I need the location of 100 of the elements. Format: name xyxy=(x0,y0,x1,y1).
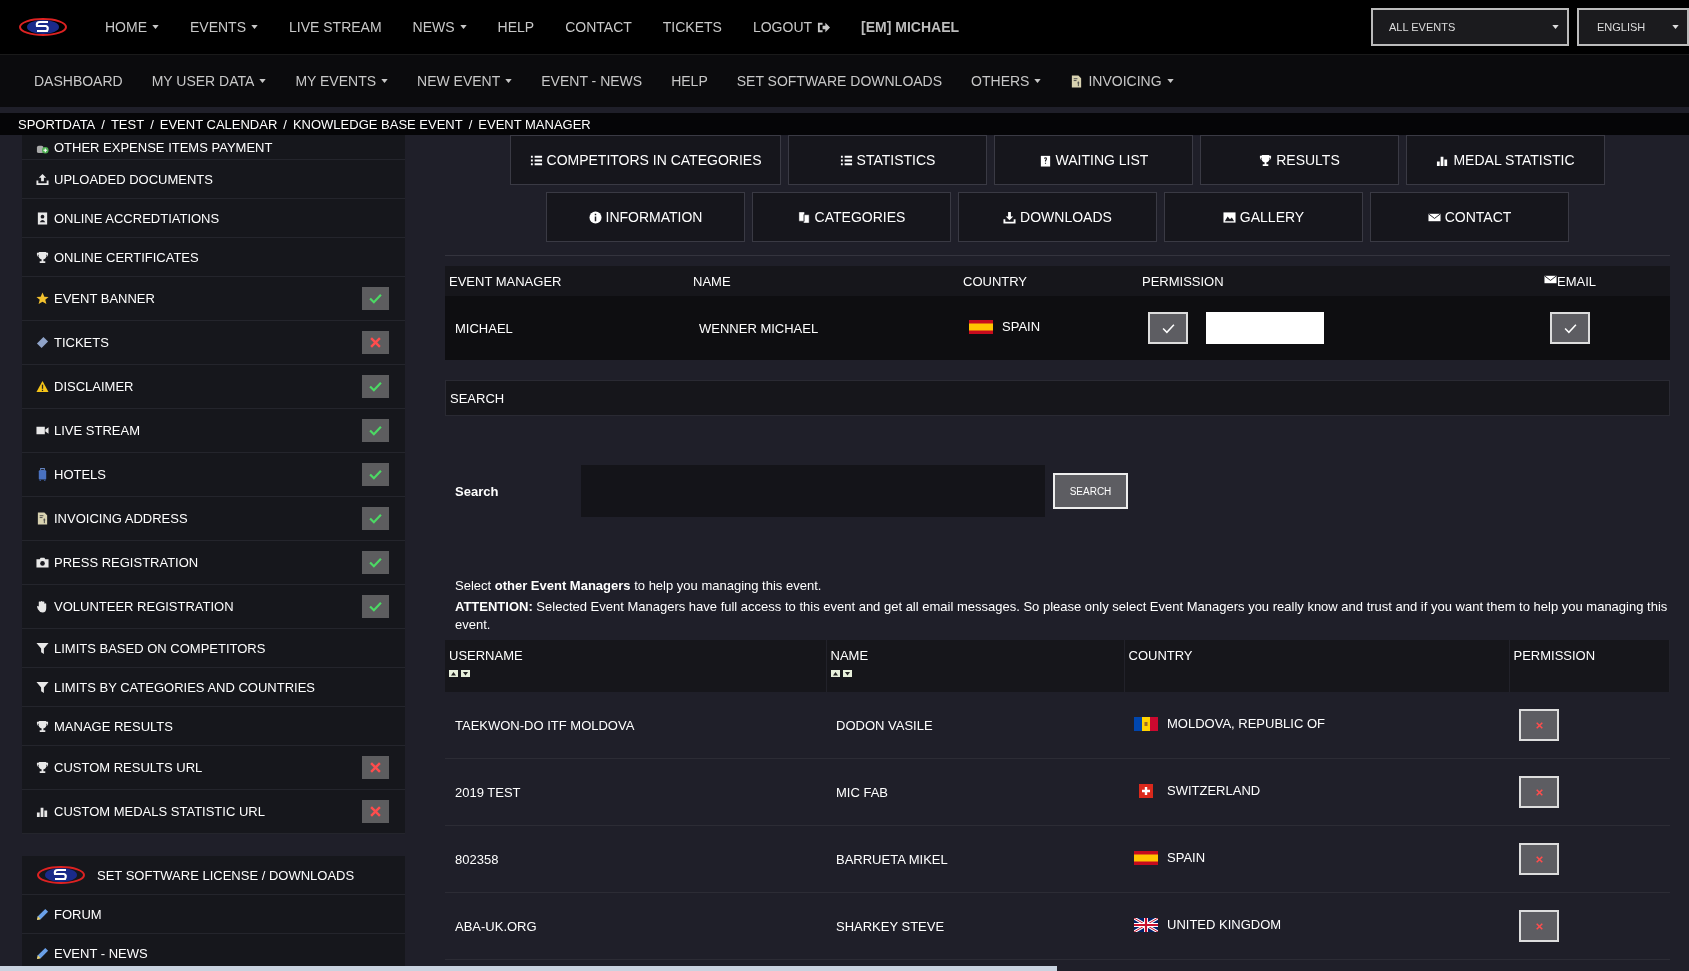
sidebar-item[interactable]: LIMITS BASED ON COMPETITORS xyxy=(22,629,405,668)
event-select[interactable]: ALL EVENTS xyxy=(1371,8,1569,46)
image-icon xyxy=(1222,210,1236,224)
status-toggle[interactable] xyxy=(362,595,389,618)
nav-link[interactable]: HELP xyxy=(671,73,708,89)
scrollbar[interactable] xyxy=(0,966,1057,971)
search-button[interactable]: SEARCH xyxy=(1053,473,1128,509)
status-toggle[interactable] xyxy=(362,419,389,442)
breadcrumb-link[interactable]: SPORTDATA xyxy=(18,116,96,132)
nav-link[interactable]: TICKETS xyxy=(662,19,722,35)
event-tab[interactable]: STATISTICS xyxy=(788,135,987,185)
nav-link[interactable]: INVOICING xyxy=(1070,73,1174,89)
event-tab[interactable]: INFORMATION xyxy=(546,192,745,242)
invoice-icon xyxy=(36,512,49,525)
table-cell: MIC FAB xyxy=(826,758,1124,826)
sidebar-item[interactable]: EVENT BANNER xyxy=(22,277,405,321)
event-tab[interactable]: GALLERY xyxy=(1164,192,1363,242)
sidebar-item[interactable]: OTHER EXPENSE ITEMS PAYMENT xyxy=(22,135,405,160)
breadcrumb-link[interactable]: EVENT MANAGER xyxy=(478,116,591,132)
suitcase-icon xyxy=(36,468,49,481)
event-tab[interactable]: COMPETITORS IN CATEGORIES xyxy=(510,135,781,185)
toggle-button[interactable] xyxy=(1550,312,1590,344)
sidebar-label: CUSTOM MEDALS STATISTIC URL xyxy=(54,804,266,819)
event-tab[interactable]: CONTACT xyxy=(1370,192,1569,242)
status-toggle[interactable] xyxy=(362,287,389,310)
input-field[interactable] xyxy=(1206,312,1324,344)
sidebar-item[interactable]: TICKETS xyxy=(22,321,405,365)
sidebar-label: UPLOADED DOCUMENTS xyxy=(54,171,214,187)
toggle-button[interactable] xyxy=(1148,312,1188,344)
trophy-icon xyxy=(36,719,49,733)
toggle-button[interactable] xyxy=(1519,910,1559,942)
sidebar-label: FORUM xyxy=(54,906,103,922)
sidebar-item[interactable]: LIMITS BY CATEGORIES AND COUNTRIES xyxy=(22,668,405,707)
sidebar-label: INVOICING ADDRESS xyxy=(54,511,189,526)
nav-link[interactable]: OTHERS xyxy=(971,73,1042,89)
toggle-button[interactable] xyxy=(1519,843,1559,875)
sidebar-item[interactable]: ONLINE ACCREDTIATIONS xyxy=(22,199,405,238)
event-tab[interactable]: RESULTS xyxy=(1200,135,1399,185)
breadcrumb-link[interactable]: KNOWLEDGE BASE EVENT xyxy=(292,116,463,132)
bar-chart-icon xyxy=(36,805,49,818)
table-cell: 2019 TEST xyxy=(445,758,826,826)
sidebar-label: OTHER EXPENSE ITEMS PAYMENT xyxy=(54,139,274,155)
status-toggle[interactable] xyxy=(362,463,389,486)
column-header: PERMISSION xyxy=(1513,648,1597,663)
sidebar-item[interactable]: UPLOADED DOCUMENTS xyxy=(22,160,405,199)
nav-link[interactable]: LOGOUT xyxy=(752,19,831,35)
nav-link[interactable]: CONTACT xyxy=(565,19,632,35)
sidebar-item[interactable]: CUSTOM MEDALS STATISTIC URL xyxy=(22,790,405,834)
toggle-button[interactable] xyxy=(1519,776,1559,808)
sort-icon[interactable] xyxy=(830,670,853,677)
breadcrumb-separator: / xyxy=(101,116,105,132)
invoice-icon xyxy=(1070,74,1084,88)
nav-link[interactable]: SET SOFTWARE DOWNLOADS xyxy=(736,73,943,89)
sidebar-label: PRESS REGISTRATION xyxy=(54,555,200,570)
nav-link[interactable]: MY EVENTS xyxy=(295,73,389,89)
toggle-button[interactable] xyxy=(1519,709,1559,741)
flag-icon xyxy=(1134,716,1158,731)
event-tab[interactable]: CATEGORIES xyxy=(752,192,951,242)
sidebar-item[interactable]: FORUM xyxy=(22,895,405,934)
sidebar-item[interactable]: ONLINE CERTIFICATES xyxy=(22,238,405,277)
sidebar-label: EVENT BANNER xyxy=(54,291,156,306)
language-select[interactable]: ENGLISH xyxy=(1577,8,1689,46)
event-tab[interactable]: MEDAL STATISTIC xyxy=(1406,135,1605,185)
breadcrumb-link[interactable]: EVENT CALENDAR xyxy=(159,116,278,132)
status-toggle[interactable] xyxy=(362,507,389,530)
nav-link[interactable]: EVENT - NEWS xyxy=(541,73,643,89)
breadcrumb-separator: / xyxy=(150,116,154,132)
nav-link[interactable]: HOME xyxy=(105,19,159,35)
nav-link[interactable]: EVENTS xyxy=(190,19,258,35)
sidebar-label: DISCLAIMER xyxy=(54,379,135,394)
sidebar-item[interactable]: MANAGE RESULTS xyxy=(22,707,405,746)
sidebar-item[interactable]: PRESS REGISTRATION xyxy=(22,541,405,585)
sidebar-item[interactable]: DISCLAIMER xyxy=(22,365,405,409)
sidebar-label: ONLINE CERTIFICATES xyxy=(54,249,200,265)
status-toggle[interactable] xyxy=(362,551,389,574)
breadcrumb-link[interactable]: TEST xyxy=(110,116,145,132)
event-tab[interactable]: DOWNLOADS xyxy=(958,192,1157,242)
sidebar-item[interactable]: CUSTOM RESULTS URL xyxy=(22,746,405,790)
status-toggle[interactable] xyxy=(362,800,389,823)
nav-link[interactable]: NEW EVENT xyxy=(417,73,513,89)
status-toggle[interactable] xyxy=(362,756,389,779)
nav-link[interactable]: DASHBOARD xyxy=(34,73,123,89)
sort-icon[interactable] xyxy=(449,670,471,677)
table-cell: ABA-UK.ORG xyxy=(445,892,826,960)
nav-link[interactable]: LIVE STREAM xyxy=(289,19,382,35)
flag-icon xyxy=(969,319,993,334)
nav-link[interactable]: HELP xyxy=(497,19,535,35)
status-toggle[interactable] xyxy=(362,331,389,354)
nav-link[interactable]: NEWS xyxy=(412,19,467,35)
sidebar-item[interactable]: VOLUNTEER REGISTRATION xyxy=(22,585,405,629)
trophy-icon xyxy=(36,761,49,774)
user-link[interactable]: [EM] MICHAEL xyxy=(861,19,960,35)
sidebar-item[interactable]: LIVE STREAM xyxy=(22,409,405,453)
event-tab[interactable]: WAITING LIST xyxy=(994,135,1193,185)
status-toggle[interactable] xyxy=(362,375,389,398)
nav-link[interactable]: MY USER DATA xyxy=(151,73,267,89)
sidebar-item[interactable]: SET SOFTWARE LICENSE / DOWNLOADS xyxy=(22,856,405,895)
sidebar-item[interactable]: INVOICING ADDRESS xyxy=(22,497,405,541)
breadcrumb-separator: / xyxy=(468,116,473,132)
sidebar-item[interactable]: HOTELS xyxy=(22,453,405,497)
